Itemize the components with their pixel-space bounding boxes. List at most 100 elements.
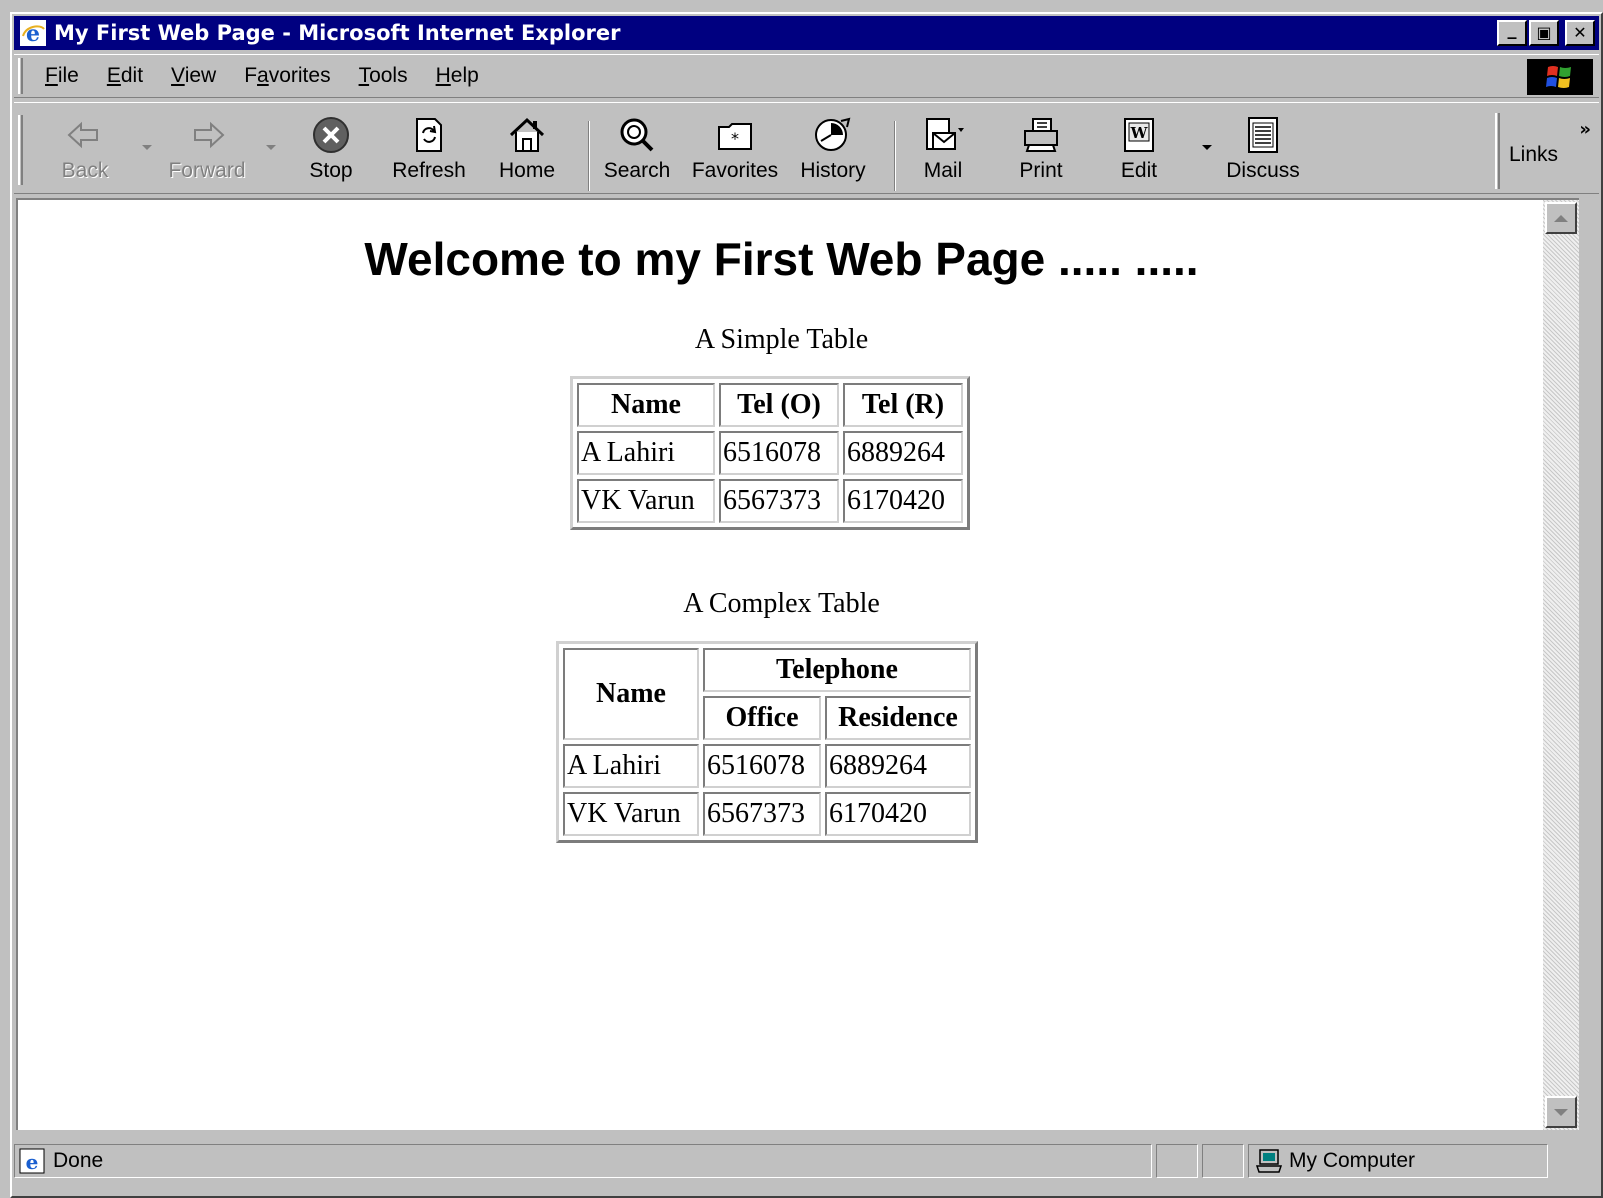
browser-window: e My First Web Page - Microsoft Internet…: [10, 12, 1603, 1198]
complex-header-office: Office: [703, 696, 821, 740]
back-arrow-icon: [67, 121, 98, 149]
table-cell: 6170420: [825, 792, 971, 836]
page-content: Welcome to my First Web Page ..... .....…: [16, 198, 1543, 1130]
menu-favorites[interactable]: Favorites: [230, 64, 344, 88]
status-text-panel: e Done: [14, 1144, 1152, 1178]
table-cell: 6516078: [703, 744, 821, 788]
simple-header-name: Name: [577, 383, 715, 427]
table-cell: 6516078: [719, 431, 839, 475]
window-title: My First Web Page - Microsoft Internet E…: [54, 21, 621, 45]
forward-button[interactable]: Forward: [164, 115, 250, 187]
simple-table-caption: A Simple Table: [694, 324, 869, 355]
table-cell: VK Varun: [563, 792, 699, 836]
table-row: VK Varun 6567373 6170420: [577, 479, 963, 523]
simple-header-tel-o: Tel (O): [719, 383, 839, 427]
edit-button[interactable]: W Edit: [1096, 115, 1182, 187]
links-toolbar[interactable]: Links »: [1495, 103, 1599, 193]
menu-help[interactable]: Help: [422, 64, 493, 88]
close-button[interactable]: ✕: [1565, 20, 1595, 46]
complex-table: Name Telephone Office Residence A Lahiri…: [556, 641, 978, 843]
word-edit-icon: W: [1124, 118, 1154, 152]
back-dropdown-arrow[interactable]: [142, 145, 152, 150]
scroll-up-button[interactable]: [1545, 202, 1577, 234]
mail-icon: [926, 118, 964, 150]
table-cell: VK Varun: [577, 479, 715, 523]
svg-text:e: e: [26, 1150, 39, 1174]
svg-text:*: *: [731, 129, 739, 148]
table-cell: 6567373: [719, 479, 839, 523]
refresh-button[interactable]: Refresh: [386, 115, 472, 187]
menu-edit[interactable]: Edit: [93, 64, 157, 88]
menu-tools[interactable]: Tools: [345, 64, 422, 88]
links-grip[interactable]: [1495, 113, 1500, 189]
history-button[interactable]: History: [790, 115, 876, 187]
stop-button[interactable]: Stop: [288, 115, 374, 187]
table-cell: 6889264: [825, 744, 971, 788]
forward-arrow-icon: [194, 121, 225, 149]
simple-table: Name Tel (O) Tel (R) A Lahiri 6516078 68…: [570, 376, 970, 530]
complex-header-name: Name: [563, 648, 699, 740]
simple-header-tel-r: Tel (R): [843, 383, 963, 427]
table-row: VK Varun 6567373 6170420: [563, 792, 971, 836]
home-icon: [509, 117, 545, 152]
my-computer-icon: [1255, 1149, 1283, 1173]
toolbar-separator: [894, 121, 896, 191]
forward-dropdown-arrow[interactable]: [266, 145, 276, 150]
table-cell: 6567373: [703, 792, 821, 836]
table-cell: A Lahiri: [577, 431, 715, 475]
maximize-button[interactable]: ▣: [1529, 20, 1559, 46]
status-zone-text: My Computer: [1289, 1149, 1416, 1172]
svg-text:W: W: [1130, 124, 1149, 142]
complex-header-residence: Residence: [825, 696, 971, 740]
toolbar-separator: [588, 121, 590, 191]
back-button[interactable]: Back: [42, 115, 128, 187]
favorites-button[interactable]: * Favorites: [692, 115, 778, 187]
standard-toolbar: Back Forward Stop Refresh Home Search * …: [14, 102, 1599, 194]
discuss-button[interactable]: Discuss: [1220, 115, 1306, 187]
discuss-icon: [1248, 117, 1278, 153]
edit-dropdown-arrow[interactable]: [1202, 145, 1212, 150]
refresh-icon: [416, 118, 442, 152]
complex-table-caption: A Complex Table: [683, 588, 880, 619]
minimize-button[interactable]: _: [1497, 20, 1527, 46]
search-icon: [620, 118, 654, 152]
table-row: A Lahiri 6516078 6889264: [563, 744, 971, 788]
vertical-scrollbar[interactable]: [1543, 198, 1579, 1130]
page-heading: Welcome to my First Web Page ..... .....: [364, 233, 1199, 285]
stop-icon: [313, 117, 349, 153]
windows-flag-icon: [1546, 66, 1571, 88]
complex-header-telephone: Telephone: [703, 648, 971, 692]
restore-icon: ▣: [1536, 23, 1552, 42]
menu-file[interactable]: File: [31, 64, 93, 88]
ie-logo-icon: e: [20, 20, 46, 47]
table-row: A Lahiri 6516078 6889264: [577, 431, 963, 475]
history-icon: [815, 117, 851, 151]
menu-bar: File Edit View Favorites Tools Help: [14, 54, 1599, 98]
arrow-up-icon: [1554, 214, 1568, 222]
svg-text:e: e: [26, 21, 40, 46]
print-button[interactable]: Print: [998, 115, 1084, 187]
status-zone-panel: My Computer: [1248, 1144, 1548, 1178]
search-button[interactable]: Search: [594, 115, 680, 187]
menu-view[interactable]: View: [157, 64, 230, 88]
status-secure-panel: [1202, 1144, 1244, 1178]
scroll-down-button[interactable]: [1545, 1096, 1577, 1128]
toolbar-grip[interactable]: [18, 115, 23, 185]
chevron-icon[interactable]: »: [1579, 119, 1591, 140]
close-icon: ✕: [1573, 23, 1587, 42]
mail-button[interactable]: Mail: [900, 115, 986, 187]
favorites-folder-icon: *: [718, 123, 752, 150]
status-text: Done: [53, 1149, 104, 1172]
menu-grip[interactable]: [18, 58, 23, 94]
status-bar: e Done My Computer: [14, 1140, 1599, 1180]
arrow-down-icon: [1554, 1108, 1568, 1116]
table-cell: A Lahiri: [563, 744, 699, 788]
windows-logo-throbber: [1527, 59, 1593, 95]
links-label[interactable]: Links: [1509, 143, 1558, 167]
minimize-icon: _: [1507, 19, 1517, 40]
home-button[interactable]: Home: [484, 115, 570, 187]
table-cell: 6170420: [843, 479, 963, 523]
table-cell: 6889264: [843, 431, 963, 475]
title-bar[interactable]: e My First Web Page - Microsoft Internet…: [14, 16, 1599, 50]
status-progress-panel: [1156, 1144, 1198, 1178]
